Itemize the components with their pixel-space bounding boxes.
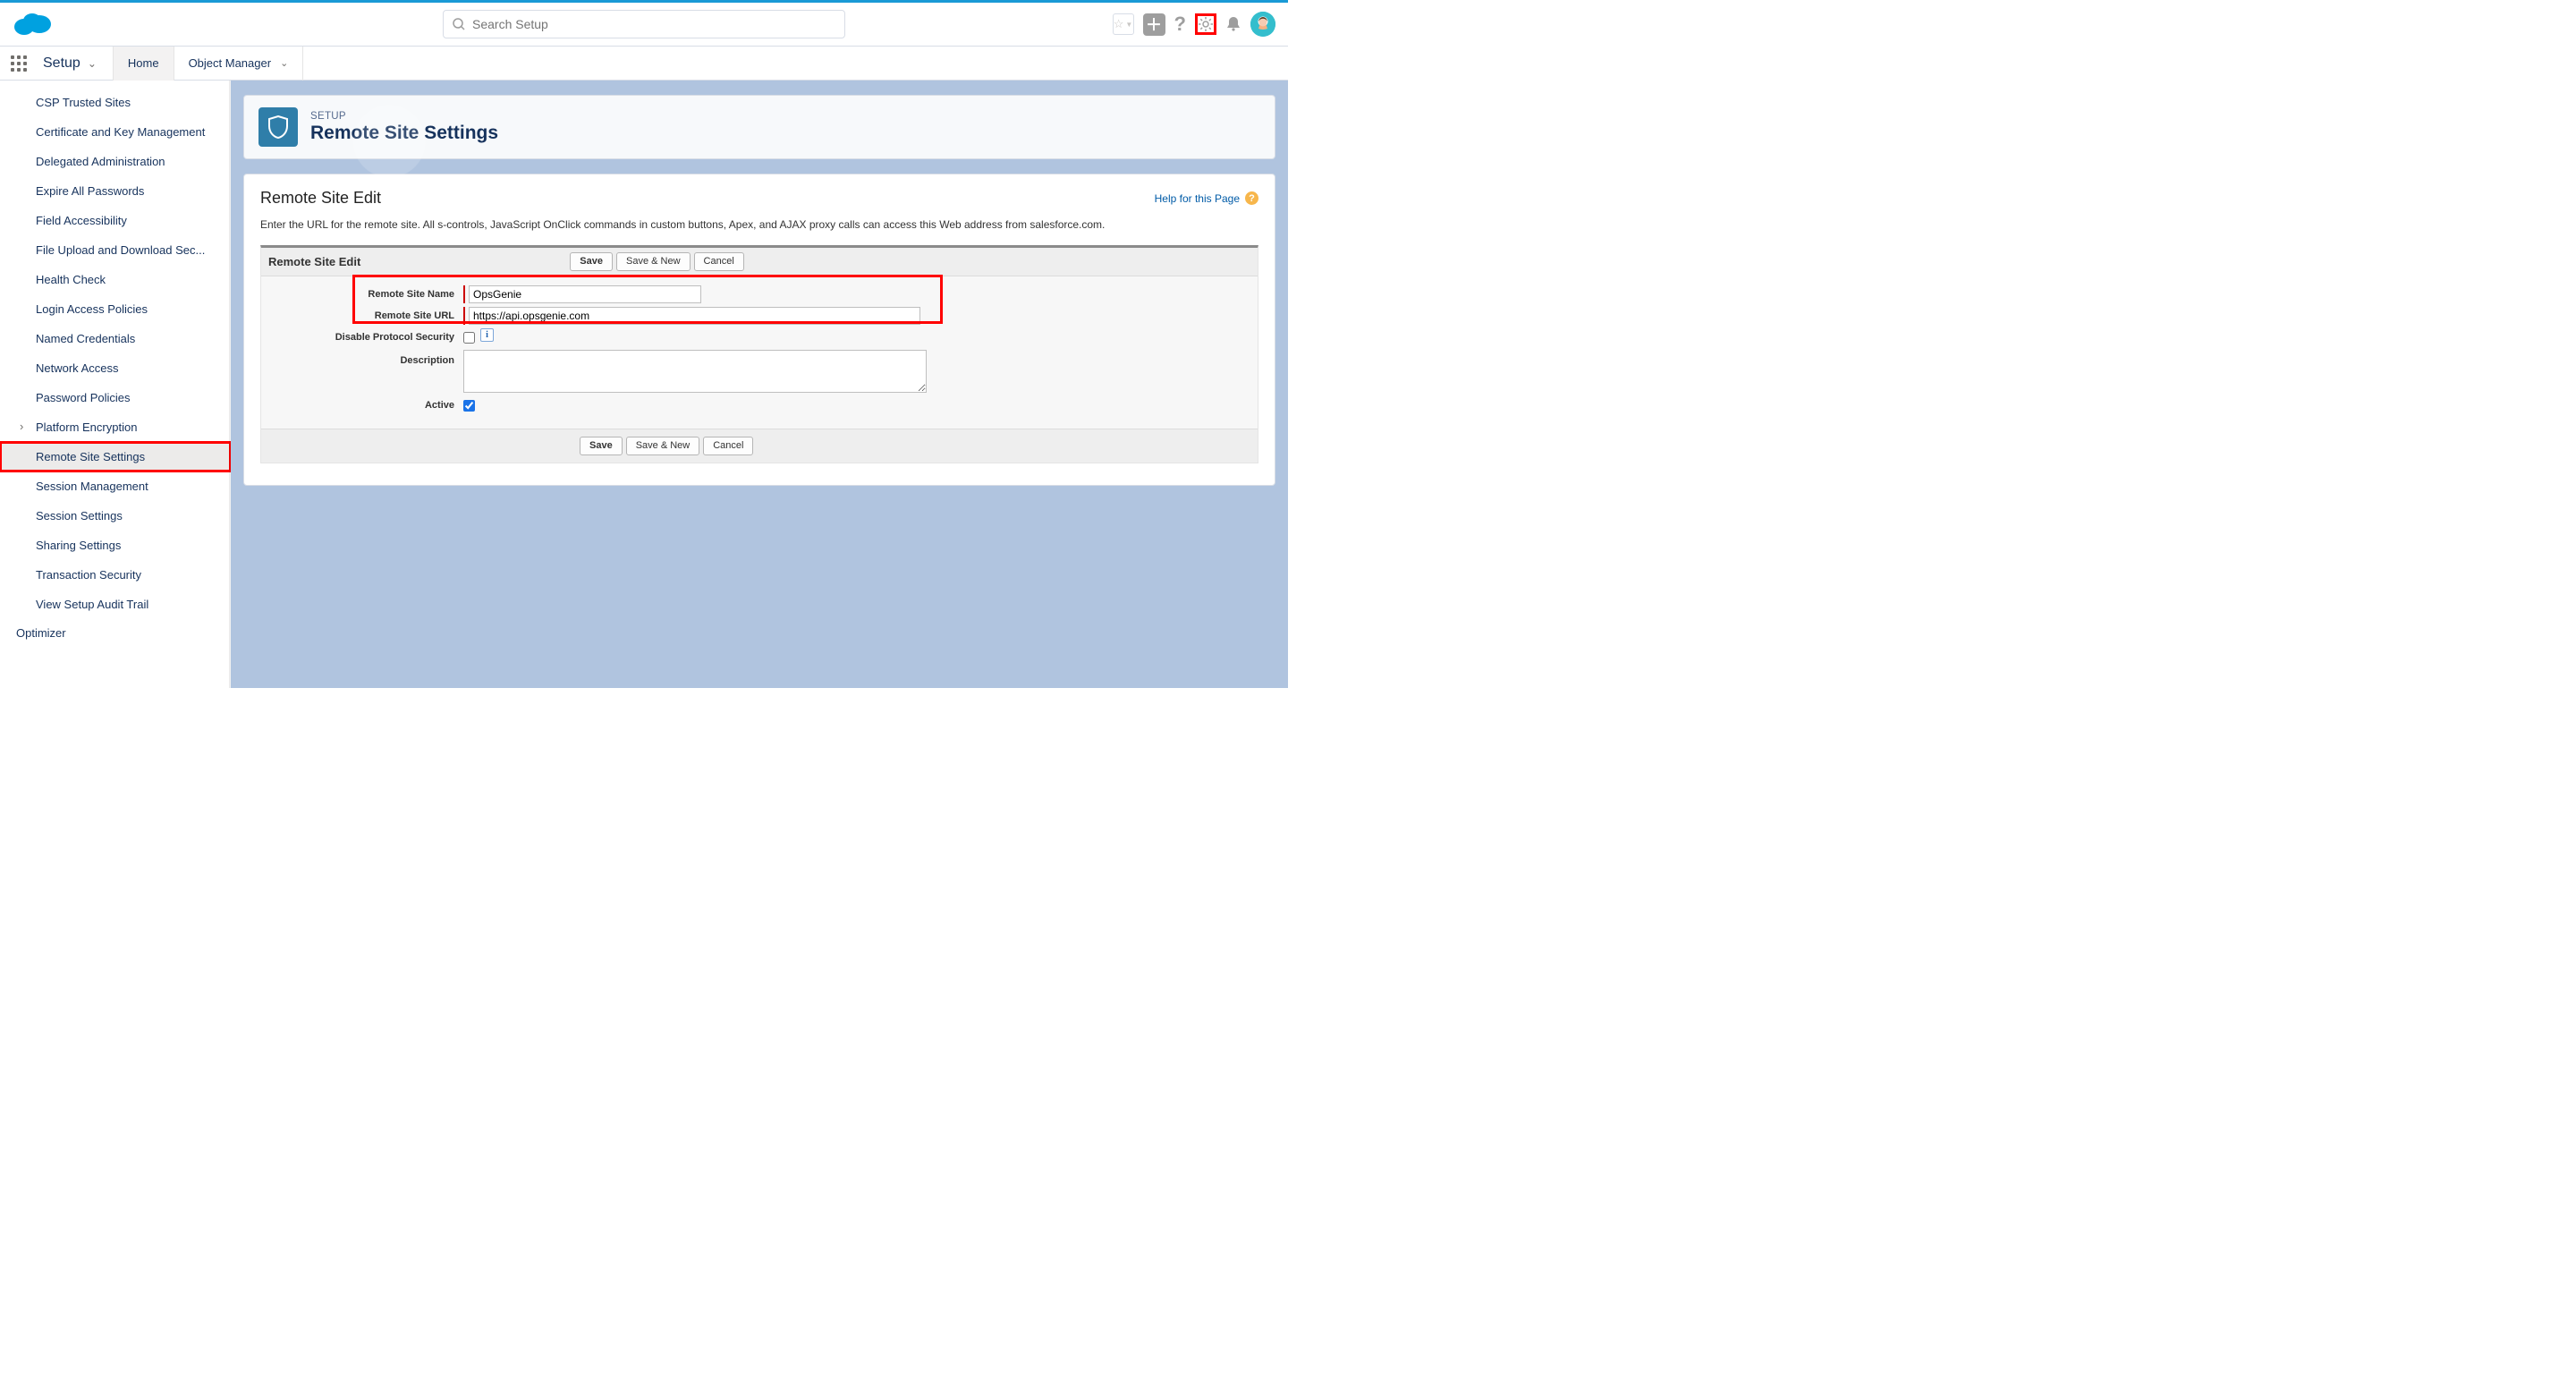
- notifications-bell-icon[interactable]: [1225, 16, 1241, 32]
- label-remote-site-name: Remote Site Name: [268, 285, 463, 303]
- sidebar-item-session-settings[interactable]: Session Settings: [0, 501, 231, 531]
- sidebar-group-optimizer[interactable]: Optimizer: [0, 619, 231, 647]
- required-indicator: [463, 285, 465, 303]
- save-button-bottom[interactable]: Save: [580, 437, 623, 455]
- sidebar-item-view-audit-trail[interactable]: View Setup Audit Trail: [0, 590, 231, 619]
- cancel-button-bottom[interactable]: Cancel: [703, 437, 753, 455]
- help-icon[interactable]: ?: [1174, 13, 1186, 36]
- label-active: Active: [268, 396, 463, 414]
- search-input[interactable]: [472, 17, 835, 31]
- setup-gear-icon[interactable]: [1195, 13, 1216, 35]
- classic-frame: Remote Site Edit Help for this Page ? En…: [243, 174, 1275, 486]
- sidebar-item-health-check[interactable]: Health Check: [0, 265, 231, 294]
- sidebar-item-delegated-admin[interactable]: Delegated Administration: [0, 147, 231, 176]
- sidebar-item-login-access-policies[interactable]: Login Access Policies: [0, 294, 231, 324]
- app-launcher-icon[interactable]: [11, 55, 27, 72]
- page-title: Remote Site Settings: [310, 123, 498, 144]
- sidebar-item-csp-trusted-sites[interactable]: CSP Trusted Sites: [0, 88, 231, 117]
- user-avatar[interactable]: [1250, 12, 1275, 37]
- label-disable-protocol: Disable Protocol Security: [268, 328, 463, 346]
- chevron-down-icon: ⌄: [280, 57, 288, 69]
- salesforce-logo: [13, 11, 53, 38]
- required-indicator: [463, 307, 465, 325]
- page-header: SETUP Remote Site Settings: [243, 95, 1275, 159]
- edit-block: Remote Site Edit Save Save & New Cancel …: [260, 245, 1258, 463]
- sidebar-item-sharing-settings[interactable]: Sharing Settings: [0, 531, 231, 560]
- tab-object-manager[interactable]: Object Manager ⌄: [174, 47, 304, 81]
- sidebar-item-expire-passwords[interactable]: Expire All Passwords: [0, 176, 231, 206]
- page-eyebrow: SETUP: [310, 111, 498, 122]
- active-checkbox[interactable]: [463, 400, 475, 412]
- global-search[interactable]: [443, 10, 845, 38]
- sidebar-item-session-management[interactable]: Session Management: [0, 471, 231, 501]
- sidebar-item-file-upload-security[interactable]: File Upload and Download Sec...: [0, 235, 231, 265]
- sidebar-item-password-policies[interactable]: Password Policies: [0, 383, 231, 412]
- remote-site-name-input[interactable]: [469, 285, 701, 303]
- tab-home[interactable]: Home: [113, 47, 174, 81]
- help-link-text: Help for this Page: [1155, 192, 1240, 205]
- app-name-caret[interactable]: ⌄: [88, 57, 97, 70]
- tab-label: Object Manager: [189, 56, 272, 70]
- save-new-button-top[interactable]: Save & New: [616, 252, 691, 271]
- search-icon: [453, 18, 465, 30]
- favorites-dropdown[interactable]: ☆▼: [1113, 13, 1134, 35]
- label-remote-site-url: Remote Site URL: [268, 307, 463, 325]
- page-description: Enter the URL for the remote site. All s…: [260, 218, 1258, 231]
- label-description: Description: [268, 350, 463, 369]
- remote-site-url-input[interactable]: [469, 307, 920, 325]
- sidebar-item-network-access[interactable]: Network Access: [0, 353, 231, 383]
- help-for-page-link[interactable]: Help for this Page ?: [1155, 191, 1258, 205]
- sidebar-item-remote-site-settings[interactable]: Remote Site Settings: [0, 442, 231, 471]
- global-header: ☆▼ ＋ ?: [0, 3, 1288, 47]
- setup-sidebar: CSP Trusted Sites Certificate and Key Ma…: [0, 81, 231, 688]
- help-qmark-icon: ?: [1245, 191, 1258, 205]
- global-actions-icon[interactable]: ＋: [1143, 13, 1165, 36]
- cancel-button-top[interactable]: Cancel: [694, 252, 744, 271]
- sidebar-item-cert-key-management[interactable]: Certificate and Key Management: [0, 117, 231, 147]
- sidebar-item-transaction-security[interactable]: Transaction Security: [0, 560, 231, 590]
- disable-protocol-checkbox[interactable]: [463, 332, 475, 344]
- description-textarea[interactable]: [463, 350, 927, 393]
- sidebar-item-platform-encryption[interactable]: Platform Encryption: [0, 412, 231, 442]
- sidebar-item-named-credentials[interactable]: Named Credentials: [0, 324, 231, 353]
- classic-page-title: Remote Site Edit: [260, 189, 381, 208]
- context-bar: Setup ⌄ Home Object Manager ⌄: [0, 47, 1288, 81]
- tab-label: Home: [128, 56, 159, 70]
- app-name-label: Setup: [43, 55, 80, 72]
- info-icon[interactable]: i: [480, 328, 494, 342]
- sidebar-item-field-accessibility[interactable]: Field Accessibility: [0, 206, 231, 235]
- save-button-top[interactable]: Save: [570, 252, 613, 271]
- save-new-button-bottom[interactable]: Save & New: [626, 437, 700, 455]
- shield-icon: [258, 107, 298, 147]
- section-title: Remote Site Edit: [268, 255, 360, 268]
- content-area: SETUP Remote Site Settings Remote Site E…: [231, 81, 1288, 688]
